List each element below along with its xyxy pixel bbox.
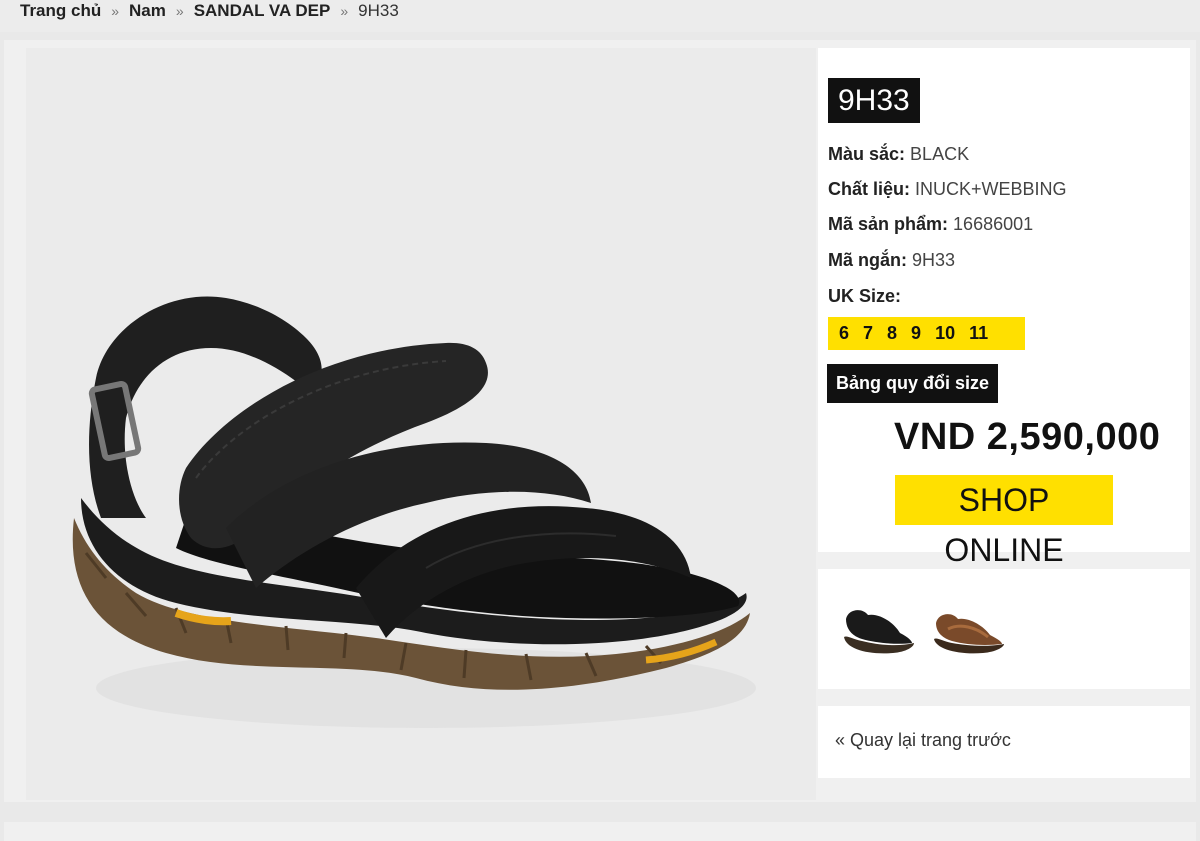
- back-link[interactable]: « Quay lại trang trước: [835, 730, 1011, 751]
- sku-label: Mã sản phẩm:: [828, 214, 949, 234]
- shop-online-button[interactable]: SHOP ONLINE: [895, 475, 1113, 568]
- short-code-label: Mã ngắn:: [828, 250, 907, 270]
- sandal-image: [72, 296, 756, 728]
- size-chart-button[interactable]: Bảng quy đổi size: [827, 364, 999, 403]
- product-image[interactable]: [26, 48, 816, 800]
- size-option[interactable]: 8: [880, 317, 905, 350]
- size-option[interactable]: 11: [962, 317, 996, 350]
- size-option[interactable]: 7: [856, 317, 881, 350]
- brown-sandal-icon: [934, 614, 1004, 654]
- back-panel: « Quay lại trang trước: [818, 706, 1190, 778]
- breadcrumb-current: 9H33: [358, 1, 399, 20]
- product-info-panel: 9H33 Màu sắc: BLACK Chất liệu: INUCK+WEB…: [818, 48, 1190, 568]
- breadcrumb-category-link[interactable]: Nam: [129, 1, 166, 21]
- size-option[interactable]: 6: [832, 317, 857, 350]
- size-spacer: [995, 317, 1022, 350]
- breadcrumb-separator: »: [175, 3, 184, 19]
- black-sandal-icon: [844, 610, 914, 654]
- footer-strip: [4, 822, 1196, 841]
- thumbnail-brown-sandal[interactable]: [928, 599, 1008, 659]
- breadcrumb-separator: »: [340, 3, 349, 19]
- size-option[interactable]: 10: [928, 317, 963, 350]
- size-label: UK Size:: [828, 286, 902, 306]
- thumbnail-black-sandal[interactable]: [838, 599, 918, 659]
- material-value: INUCK+WEBBING: [915, 179, 1067, 199]
- breadcrumb: Trang chủ » Nam » SANDAL VA DEP » 9H33: [0, 0, 1200, 32]
- size-option[interactable]: 9: [904, 317, 929, 350]
- breadcrumb-home-link[interactable]: Trang chủ: [20, 1, 101, 21]
- sku-attribute: Mã sản phẩm: 16686001: [828, 214, 1033, 235]
- breadcrumb-separator: »: [111, 3, 120, 19]
- size-selector: 6 7 8 9 10 11: [828, 317, 1026, 350]
- thumbnail-panel: [818, 569, 1190, 689]
- breadcrumb-subcategory-link[interactable]: SANDAL VA DEP: [194, 1, 331, 21]
- price: VND 2,590,000: [894, 416, 1161, 458]
- short-code-value: 9H33: [912, 250, 956, 270]
- sku-value: 16686001: [953, 214, 1034, 234]
- color-value: BLACK: [910, 144, 970, 164]
- material-label: Chất liệu:: [828, 179, 911, 199]
- size-heading: UK Size:: [828, 286, 901, 307]
- short-code-attribute: Mã ngắn: 9H33: [828, 250, 955, 271]
- material-attribute: Chất liệu: INUCK+WEBBING: [828, 179, 1067, 200]
- product-title: 9H33: [828, 78, 920, 123]
- color-attribute: Màu sắc: BLACK: [828, 144, 969, 165]
- color-label: Màu sắc:: [828, 144, 906, 164]
